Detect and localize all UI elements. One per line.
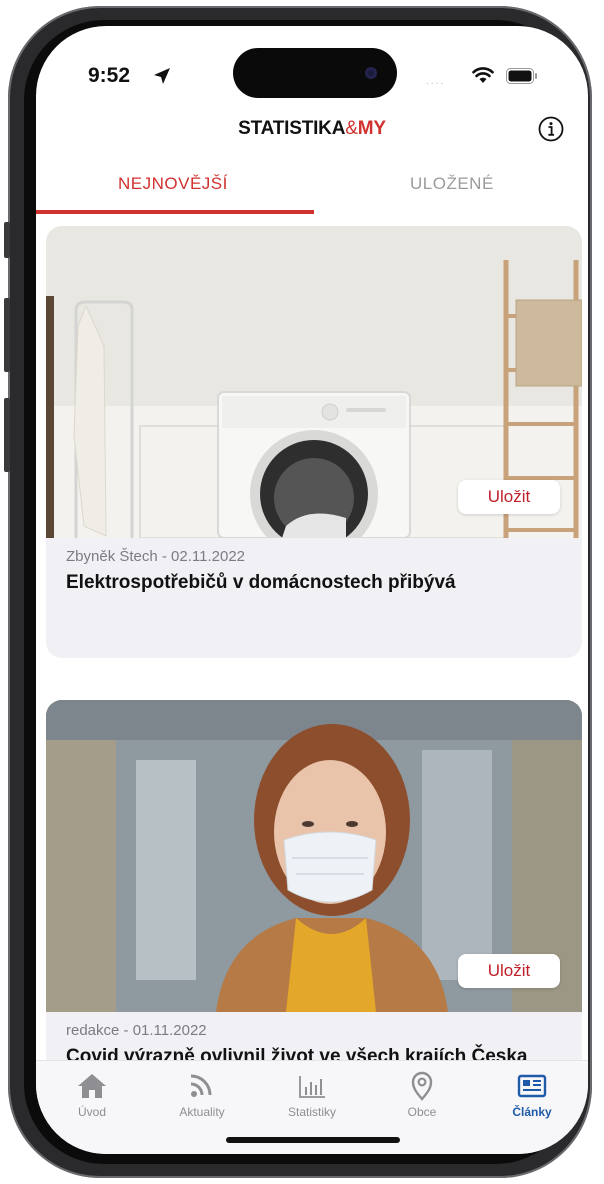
signal-dots: ....	[426, 76, 446, 87]
battery-icon	[506, 68, 537, 84]
app-screen: 9:52 .... STATISTIKA&MY NEJNOVĚJŠÍ ULOŽE…	[36, 26, 588, 1154]
nav-label: Úvod	[77, 1105, 106, 1119]
nav-item-statistiky[interactable]: Statistiky	[262, 1071, 362, 1119]
location-arrow-icon	[154, 68, 170, 84]
nav-label: Obce	[407, 1105, 437, 1119]
nav-label: Aktuality	[179, 1105, 225, 1119]
nav-item-uvod[interactable]: Úvod	[42, 1071, 142, 1119]
nav-label: Články	[512, 1105, 552, 1119]
wifi-icon	[472, 67, 494, 83]
active-tab-indicator	[36, 210, 314, 214]
volume-up-button	[4, 298, 10, 372]
article-meta: Zbyněk Štech - 02.11.2022	[66, 548, 246, 565]
article-card[interactable]: Uložit Zbyněk Štech - 02.11.2022 Elektro…	[46, 226, 582, 658]
app-logo-title: STATISTIKA&MY	[36, 118, 588, 140]
nav-item-aktuality[interactable]: Aktuality	[152, 1071, 252, 1119]
tab-newest[interactable]: NEJNOVĚJŠÍ	[118, 174, 228, 194]
home-icon	[78, 1074, 106, 1098]
article-card[interactable]: Uložit redakce - 01.11.2022 Covid výrazn…	[46, 700, 582, 1082]
tab-saved[interactable]: ULOŽENÉ	[410, 174, 494, 194]
map-pin-icon	[411, 1071, 433, 1101]
logo-text-amp: &	[345, 118, 358, 139]
bar-chart-icon	[299, 1076, 325, 1098]
home-indicator[interactable]	[226, 1137, 400, 1143]
article-title[interactable]: Elektrospotřebičů v domácnostech přibývá	[66, 572, 456, 594]
article-feed[interactable]: Uložit Zbyněk Štech - 02.11.2022 Elektro…	[36, 226, 588, 1082]
article-meta: redakce - 01.11.2022	[66, 1022, 207, 1039]
save-article-button[interactable]: Uložit	[458, 954, 560, 988]
dynamic-island	[233, 48, 397, 98]
info-icon[interactable]	[538, 116, 564, 142]
app-header: STATISTIKA&MY	[36, 112, 588, 158]
segment-tabs: NEJNOVĚJŠÍ ULOŽENÉ	[36, 166, 588, 214]
nav-item-clanky[interactable]: Články	[482, 1071, 582, 1119]
bottom-tab-bar: Úvod Aktuality Statistiky Obce Články	[36, 1060, 588, 1154]
status-bar: 9:52 ....	[36, 26, 588, 112]
newspaper-icon	[517, 1074, 547, 1098]
logo-text-statistika: STATISTIKA	[238, 118, 346, 139]
volume-down-button	[4, 398, 10, 472]
logo-text-my: MY	[357, 118, 386, 139]
status-time: 9:52	[88, 64, 131, 87]
camera-icon	[365, 67, 377, 79]
rss-icon	[190, 1074, 212, 1097]
save-article-button[interactable]: Uložit	[458, 480, 560, 514]
nav-label: Statistiky	[287, 1105, 336, 1119]
action-button	[4, 222, 10, 258]
nav-item-obce[interactable]: Obce	[372, 1071, 472, 1119]
